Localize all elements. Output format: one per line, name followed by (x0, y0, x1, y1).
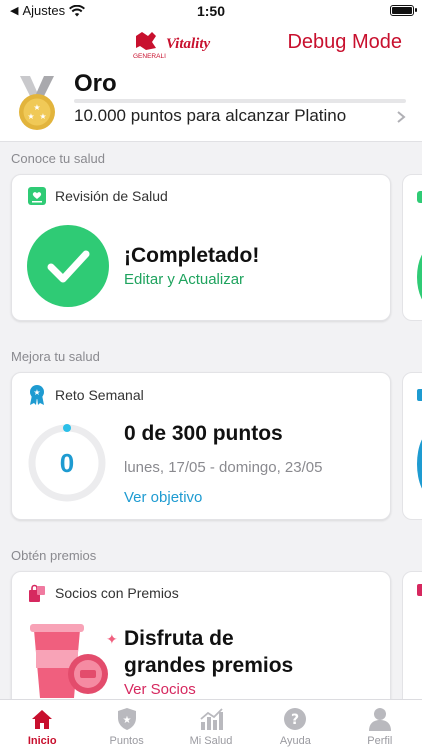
card-header: Socios con Premios (27, 583, 179, 603)
peek-circle (417, 247, 422, 307)
checkmark-icon (47, 250, 90, 283)
next-rewards-card-peek[interactable] (402, 571, 422, 711)
card-header: ★ Reto Semanal (27, 384, 144, 406)
health-review-card[interactable]: Revisión de Salud ¡Completado! Editar y … (11, 174, 391, 321)
status-bar: ◀ Ajustes 1:50 (0, 0, 422, 22)
view-partners-link[interactable]: Ver Socios (124, 681, 196, 698)
svg-text:?: ? (291, 712, 299, 728)
health-report-icon (28, 187, 46, 205)
completed-title: ¡Completado! (124, 244, 260, 267)
peek-circle (417, 431, 422, 497)
card-header: Revisión de Salud (27, 186, 168, 206)
rewards-title-line1: Disfruta de (124, 627, 234, 650)
tab-label: Ayuda (279, 735, 311, 747)
award-ribbon-icon: ★ (30, 385, 44, 405)
svg-text:★: ★ (33, 103, 40, 112)
card-title: Revisión de Salud (55, 188, 168, 204)
peek-icon (417, 389, 422, 401)
next-improve-card-peek[interactable] (402, 372, 422, 520)
tier-status-card[interactable]: ★ ★ ★ Oro 10.000 puntos para alcanzar Pl… (0, 66, 422, 142)
section-label-health: Conoce tu salud (11, 151, 105, 166)
weekly-challenge-card[interactable]: ★ Reto Semanal 0 0 de 300 puntos lunes, … (11, 372, 391, 520)
tab-perfil[interactable]: Perfil (338, 700, 422, 750)
bar-chart-icon (200, 708, 224, 730)
section-label-improve: Mejora tu salud (11, 349, 100, 364)
card-title: Socios con Premios (55, 585, 179, 601)
tab-puntos[interactable]: ★ Puntos (84, 700, 168, 750)
card-title: Reto Semanal (55, 387, 144, 403)
svg-text:★: ★ (33, 388, 40, 397)
generali-vitality-logo: GENERALI Vitality (133, 32, 211, 60)
person-icon (368, 708, 391, 731)
svg-text:★: ★ (39, 112, 46, 121)
section-label-rewards: Obtén premios (11, 548, 97, 563)
reward-partners-card[interactable]: Socios con Premios ✦ Disfruta de grandes… (11, 571, 391, 711)
app-header: GENERALI Vitality Debug Mode (0, 22, 422, 66)
home-icon (32, 710, 53, 729)
view-goal-link[interactable]: Ver objetivo (124, 489, 202, 506)
svg-text:★: ★ (27, 112, 34, 121)
clock: 1:50 (196, 3, 226, 19)
tab-label: Inicio (27, 735, 57, 747)
tab-ayuda[interactable]: ? Ayuda (253, 700, 337, 750)
svg-text:✦: ✦ (106, 631, 118, 647)
tab-label: Perfil (367, 735, 393, 747)
next-health-card-peek[interactable] (402, 174, 422, 321)
debug-mode-button[interactable]: Debug Mode (287, 31, 402, 54)
weekly-date-range: lunes, 17/05 - domingo, 23/05 (124, 459, 323, 476)
coffee-cup-coin-illustration: ✦ (30, 624, 118, 698)
rewards-title-line2: grandes premios (124, 654, 294, 677)
tab-label: Mi Salud (189, 735, 233, 747)
battery-icon (390, 5, 417, 16)
svg-text:Vitality: Vitality (166, 36, 211, 52)
tab-bar: Inicio ★ Puntos Mi Salud ? Ayuda Perfil (0, 699, 422, 750)
tab-label: Puntos (109, 735, 144, 747)
chevron-right-icon (397, 111, 406, 123)
tier-progress-bar (74, 99, 406, 103)
svg-text:GENERALI: GENERALI (133, 53, 166, 60)
gold-medal-icon: ★ ★ ★ (19, 76, 55, 130)
tab-mi-salud[interactable]: Mi Salud (169, 700, 253, 750)
weekly-points-title: 0 de 300 puntos (124, 422, 283, 445)
tier-message: 10.000 puntos para alcanzar Platino (74, 106, 347, 125)
shield-star-icon: ★ (117, 708, 136, 730)
shopping-bags-icon (29, 584, 45, 602)
edit-update-link[interactable]: Editar y Actualizar (124, 271, 244, 288)
tier-name: Oro (74, 70, 117, 97)
weekly-points-value: 0 (59, 448, 75, 478)
help-icon: ? (284, 708, 307, 730)
tab-inicio[interactable]: Inicio (0, 700, 84, 750)
peek-icon (417, 191, 422, 203)
peek-icon (417, 584, 422, 596)
completed-circle (27, 225, 109, 307)
svg-text:★: ★ (122, 715, 131, 726)
